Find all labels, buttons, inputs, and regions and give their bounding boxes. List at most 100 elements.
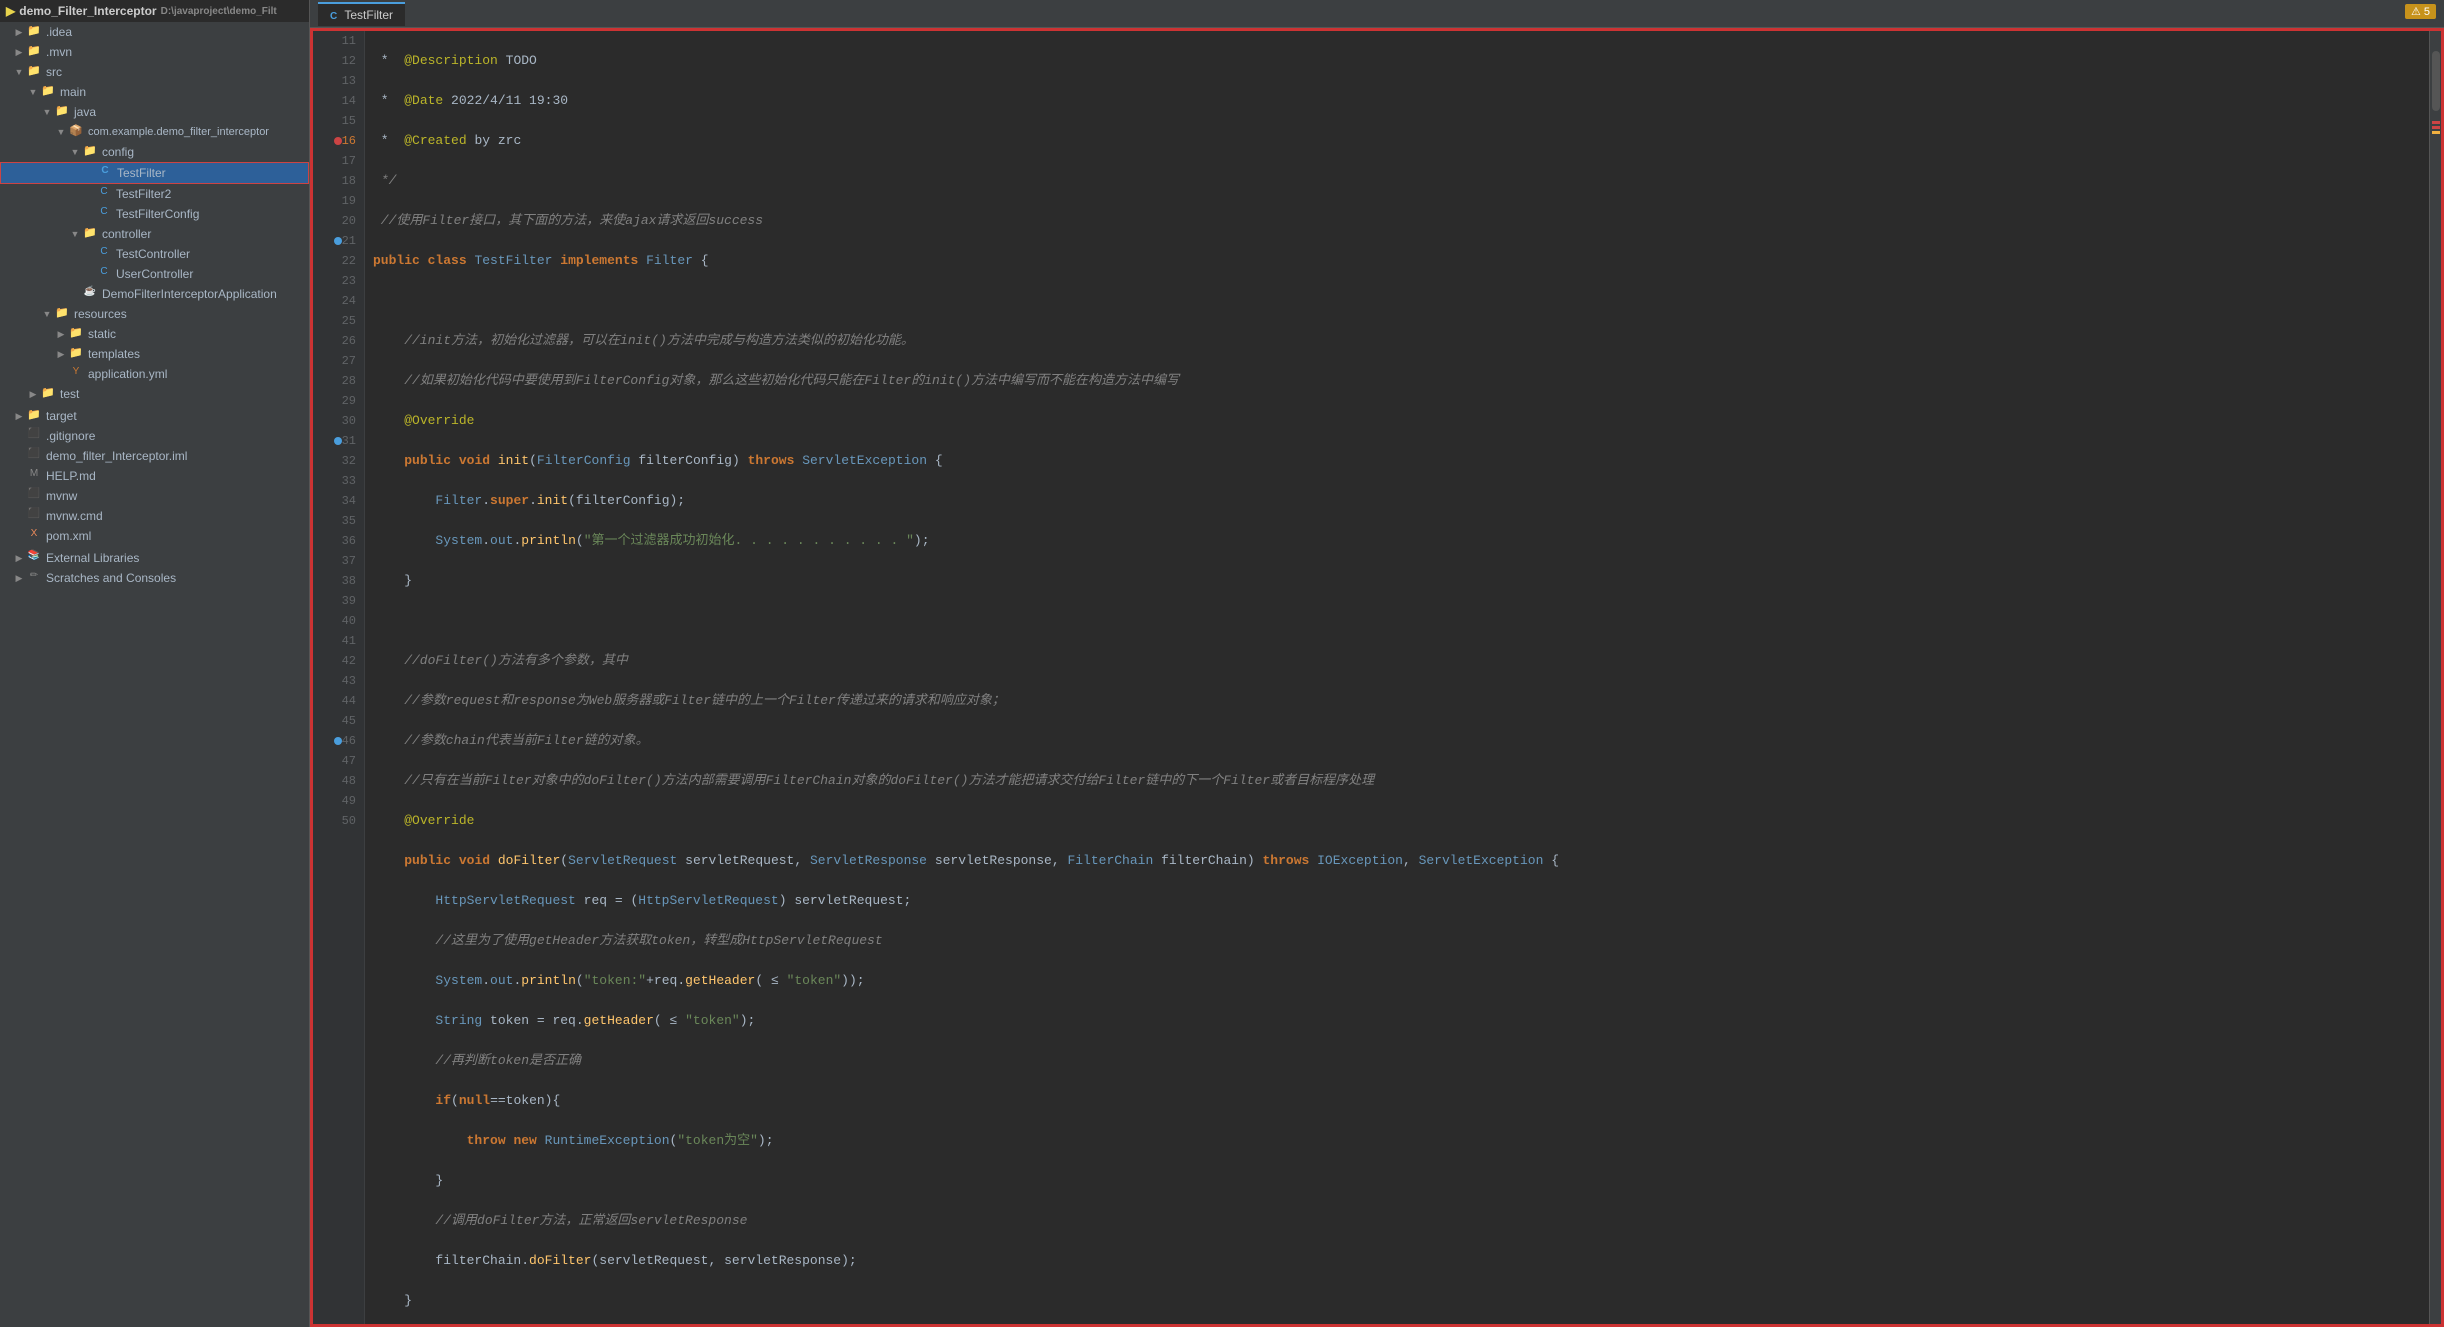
project-header[interactable]: ▶ demo_Filter_Interceptor D:\javaproject… <box>0 0 309 22</box>
project-icon: ▶ <box>6 4 15 18</box>
sidebar-label-usercontroller: UserController <box>116 267 193 281</box>
arrow-java: ▼ <box>40 107 54 117</box>
folder-icon-src: 📁 <box>26 64 42 80</box>
sidebar-label-iml: demo_filter_Interceptor.iml <box>46 449 187 463</box>
sidebar-item-mvnwcmd[interactable]: ▶ ⬛ mvnw.cmd <box>0 506 309 526</box>
sidebar-item-testcontroller[interactable]: ▶ C TestController <box>0 244 309 264</box>
sidebar-item-extlib[interactable]: ▶ 📚 External Libraries <box>0 548 309 568</box>
scrollbar-thumb[interactable] <box>2432 51 2440 111</box>
line-num-35: 35 <box>313 511 356 531</box>
line-num-24: 24 <box>313 291 356 311</box>
code-line-33: //这里为了使用getHeader方法获取token，转型成HttpServle… <box>373 931 2429 951</box>
line-num-46: 46 <box>313 731 356 751</box>
arrow-scratches: ▶ <box>12 573 26 584</box>
folder-icon-resources: 📁 <box>54 306 70 322</box>
folder-icon-test: 📁 <box>40 386 56 402</box>
error-marker-2 <box>2432 126 2440 129</box>
sidebar-label-idea: .idea <box>46 25 72 39</box>
sidebar-item-templates[interactable]: ▶ 📁 templates <box>0 344 309 364</box>
project-path: D:\javaproject\demo_Filt <box>161 6 277 17</box>
code-line-22: Filter.super.init(filterConfig); <box>373 491 2429 511</box>
code-line-40: //调用doFilter方法，正常返回servletResponse <box>373 1211 2429 1231</box>
sidebar-item-gitignore[interactable]: ▶ ⬛ .gitignore <box>0 426 309 446</box>
sidebar-item-controller[interactable]: ▼ 📁 controller <box>0 224 309 244</box>
sidebar-item-mvnw[interactable]: ▶ ⬛ mvnw <box>0 486 309 506</box>
code-line-30: @Override <box>373 811 2429 831</box>
code-line-41: filterChain.doFilter(servletRequest, ser… <box>373 1251 2429 1271</box>
folder-icon-mvn: 📁 <box>26 44 42 60</box>
sidebar-item-com[interactable]: ▼ 📦 com.example.demo_filter_interceptor <box>0 122 309 142</box>
sidebar-item-iml[interactable]: ▶ ⬛ demo_filter_Interceptor.iml <box>0 446 309 466</box>
line-num-41: 41 <box>313 631 356 651</box>
code-content[interactable]: * @Description TODO * @Date 2022/4/11 19… <box>365 31 2429 1324</box>
xml-icon: X <box>26 528 42 544</box>
code-line-32: HttpServletRequest req = (HttpServletReq… <box>373 891 2429 911</box>
sidebar-label-extlib: External Libraries <box>46 551 139 565</box>
line-num-40: 40 <box>313 611 356 631</box>
code-line-18: //init方法，初始化过滤器，可以在init()方法中完成与构造方法类似的初始… <box>373 331 2429 351</box>
sidebar-label-resources: resources <box>74 307 127 321</box>
scratch-icon: ✏ <box>26 570 42 586</box>
arrow-extlib: ▶ <box>12 553 26 564</box>
sidebar-item-main[interactable]: ▼ 📁 main <box>0 82 309 102</box>
line-num-28: 28 <box>313 371 356 391</box>
line-num-11: 11 <box>313 31 356 51</box>
line-num-30: 30 <box>313 411 356 431</box>
error-marker-3 <box>2432 131 2440 134</box>
line-num-38: 38 <box>313 571 356 591</box>
sidebar-item-java[interactable]: ▼ 📁 java <box>0 102 309 122</box>
sidebar-item-src[interactable]: ▼ 📁 src <box>0 62 309 82</box>
sidebar-label-help: HELP.md <box>46 469 96 483</box>
sidebar-label-testfilterconfig: TestFilterConfig <box>116 207 199 221</box>
sidebar-item-testfilter2[interactable]: ▶ C TestFilter2 <box>0 184 309 204</box>
line-num-16: 16 <box>313 131 356 151</box>
sidebar-item-target[interactable]: ▶ 📁 target <box>0 406 309 426</box>
arrow-config: ▼ <box>68 147 82 157</box>
sidebar-item-demomain[interactable]: ▶ ☕ DemoFilterInterceptorApplication <box>0 284 309 304</box>
sidebar-item-test[interactable]: ▶ 📁 test <box>0 384 309 404</box>
editor-tab-testfilter[interactable]: C TestFilter <box>318 2 405 26</box>
sidebar-item-idea[interactable]: ▶ 📁 .idea <box>0 22 309 42</box>
sidebar-item-testfilterconfig[interactable]: ▶ C TestFilterConfig <box>0 204 309 224</box>
mvnwcmd-icon: ⬛ <box>26 508 42 524</box>
sidebar-item-resources[interactable]: ▼ 📁 resources <box>0 304 309 324</box>
line-num-26: 26 <box>313 331 356 351</box>
line-num-42: 42 <box>313 651 356 671</box>
folder-icon-main: 📁 <box>40 84 56 100</box>
sidebar-label-test: test <box>60 387 79 401</box>
sidebar-label-testfilter2: TestFilter2 <box>116 187 171 201</box>
sidebar-label-com: com.example.demo_filter_interceptor <box>88 126 269 138</box>
line-numbers: 11 12 13 14 15 16 17 18 19 20 21 22 23 2… <box>313 31 365 1324</box>
line-num-49: 49 <box>313 791 356 811</box>
sidebar-item-testfilter[interactable]: ▶ C TestFilter <box>0 162 309 184</box>
sidebar-item-pom[interactable]: ▶ X pom.xml <box>0 526 309 546</box>
arrow-src: ▼ <box>12 67 26 77</box>
sidebar-item-help[interactable]: ▶ M HELP.md <box>0 466 309 486</box>
line-num-45: 45 <box>313 711 356 731</box>
sidebar-item-config[interactable]: ▼ 📁 config <box>0 142 309 162</box>
sidebar-label-demomain: DemoFilterInterceptorApplication <box>102 287 277 301</box>
code-line-13: * @Created by zrc <box>373 131 2429 151</box>
arrow-static: ▶ <box>54 329 68 340</box>
code-line-11: * @Description TODO <box>373 51 2429 71</box>
code-line-14: */ <box>373 171 2429 191</box>
line-num-34: 34 <box>313 491 356 511</box>
sidebar-label-src: src <box>46 65 62 79</box>
sidebar-item-application-yml[interactable]: ▶ Y application.yml <box>0 364 309 384</box>
right-scrollbar[interactable] <box>2429 31 2441 1324</box>
line-num-39: 39 <box>313 591 356 611</box>
sidebar-item-static[interactable]: ▶ 📁 static <box>0 324 309 344</box>
line-num-37: 37 <box>313 551 356 571</box>
class-icon-testfilter2: C <box>96 186 112 202</box>
sidebar-item-scratches[interactable]: ▶ ✏ Scratches and Consoles <box>0 568 309 588</box>
line-num-50: 50 <box>313 811 356 831</box>
sidebar-item-usercontroller[interactable]: ▶ C UserController <box>0 264 309 284</box>
class-icon-testfilter: C <box>97 165 113 181</box>
yaml-icon: Y <box>68 366 84 382</box>
sidebar-label-static: static <box>88 327 116 341</box>
code-line-15: //使用Filter接口，其下面的方法，来使ajax请求返回success <box>373 211 2429 231</box>
iml-icon: ⬛ <box>26 448 42 464</box>
sidebar-item-mvn[interactable]: ▶ 📁 .mvn <box>0 42 309 62</box>
folder-icon-java: 📁 <box>54 104 70 120</box>
sidebar-label-main: main <box>60 85 86 99</box>
